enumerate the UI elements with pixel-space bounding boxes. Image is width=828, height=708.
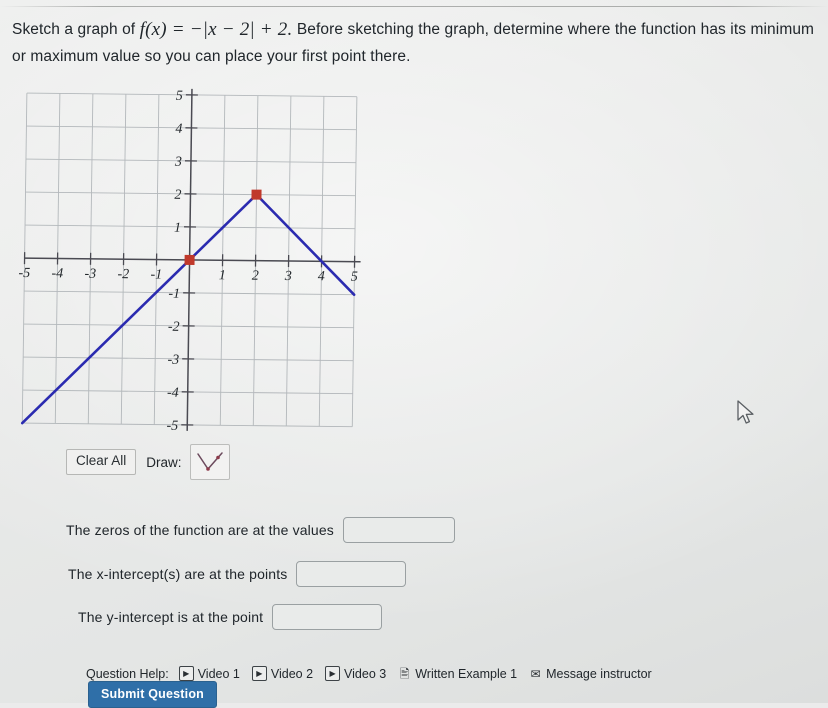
xtick-1: 1 <box>219 268 226 283</box>
video-play-icon: ▶ <box>252 666 267 681</box>
plot-point-origin[interactable] <box>185 255 195 265</box>
ytick--4: -4 <box>167 386 179 401</box>
xtick-3: 3 <box>284 269 292 284</box>
graph-canvas[interactable]: -5 -4 -3 -2 -1 1 2 3 4 5 5 4 3 2 <box>14 86 366 442</box>
answer-row-zeros: The zeros of the function are at the val… <box>66 517 455 543</box>
ytick--3: -3 <box>167 353 179 368</box>
xtick--2: -2 <box>117 267 129 282</box>
submit-question-button[interactable]: Submit Question <box>88 681 217 708</box>
absolute-value-v-shape-icon <box>195 451 225 473</box>
plot-point-vertex[interactable] <box>251 190 261 200</box>
draw-label: Draw: <box>142 455 183 470</box>
ytick--5: -5 <box>166 419 178 434</box>
xtick-5: 5 <box>351 270 358 285</box>
coordinate-graph[interactable]: -5 -4 -3 -2 -1 1 2 3 4 5 5 4 3 2 <box>14 86 366 442</box>
xtick-4: 4 <box>318 269 325 284</box>
ytick-1: 1 <box>174 221 181 236</box>
x-intercepts-input[interactable] <box>296 561 406 587</box>
ytick--2: -2 <box>168 320 180 335</box>
function-equation: f(x) = −|x − 2| + 2. <box>140 19 293 40</box>
help-link-message-instructor[interactable]: ✉ Message instructor <box>529 667 652 681</box>
help-link-video-1[interactable]: ▶ Video 1 <box>179 666 240 681</box>
x-axis-tick-labels: -5 -4 -3 -2 -1 1 2 3 4 5 <box>18 266 358 285</box>
help-link-video-2[interactable]: ▶ Video 2 <box>252 666 313 681</box>
help-link-video-1-label: Video 1 <box>198 667 240 681</box>
help-link-video-3[interactable]: ▶ Video 3 <box>325 666 386 681</box>
xtick--5: -5 <box>18 266 30 281</box>
y-axis-tick-labels: 5 4 3 2 1 -1 -2 -3 -4 -5 <box>166 89 183 434</box>
zeros-input[interactable] <box>343 517 455 543</box>
xtick--3: -3 <box>84 267 96 282</box>
question-help-label: Question Help: <box>86 667 169 681</box>
help-link-message-instructor-label: Message instructor <box>546 667 652 681</box>
y-intercept-label: The y-intercept is at the point <box>78 609 263 625</box>
graph-toolbar: Clear All Draw: <box>66 444 230 480</box>
help-link-written-example-label: Written Example 1 <box>415 667 517 681</box>
y-intercept-input[interactable] <box>272 604 382 630</box>
help-link-video-3-label: Video 3 <box>344 667 386 681</box>
help-link-written-example[interactable]: 🖹 Written Example 1 <box>398 667 517 681</box>
top-divider <box>0 6 828 7</box>
prompt-lead: Sketch a graph of <box>12 21 135 38</box>
question-prompt: Sketch a graph of f(x) = −|x − 2| + 2. B… <box>12 16 818 68</box>
zeros-label: The zeros of the function are at the val… <box>66 522 334 538</box>
ytick-5: 5 <box>176 89 183 104</box>
xtick-2: 2 <box>252 269 259 284</box>
ytick-4: 4 <box>175 122 182 137</box>
draw-tool-button[interactable] <box>190 444 230 480</box>
answer-row-x-intercepts: The x-intercept(s) are at the points <box>68 561 406 587</box>
x-intercepts-label: The x-intercept(s) are at the points <box>68 566 287 582</box>
ytick-3: 3 <box>174 155 182 170</box>
clear-all-button[interactable]: Clear All <box>66 449 136 475</box>
xtick--4: -4 <box>51 266 63 281</box>
ytick-2: 2 <box>174 188 181 203</box>
document-icon: 🖹 <box>398 667 411 680</box>
video-play-icon: ▶ <box>179 666 194 681</box>
answer-row-y-intercept: The y-intercept is at the point <box>78 604 382 630</box>
video-play-icon: ▶ <box>325 666 340 681</box>
xtick--1: -1 <box>150 267 162 282</box>
question-help-bar: Question Help: ▶ Video 1 ▶ Video 2 ▶ Vid… <box>86 666 657 681</box>
ytick--1: -1 <box>168 287 180 302</box>
envelope-icon: ✉ <box>529 667 542 680</box>
help-link-video-2-label: Video 2 <box>271 667 313 681</box>
mouse-cursor <box>735 399 757 427</box>
